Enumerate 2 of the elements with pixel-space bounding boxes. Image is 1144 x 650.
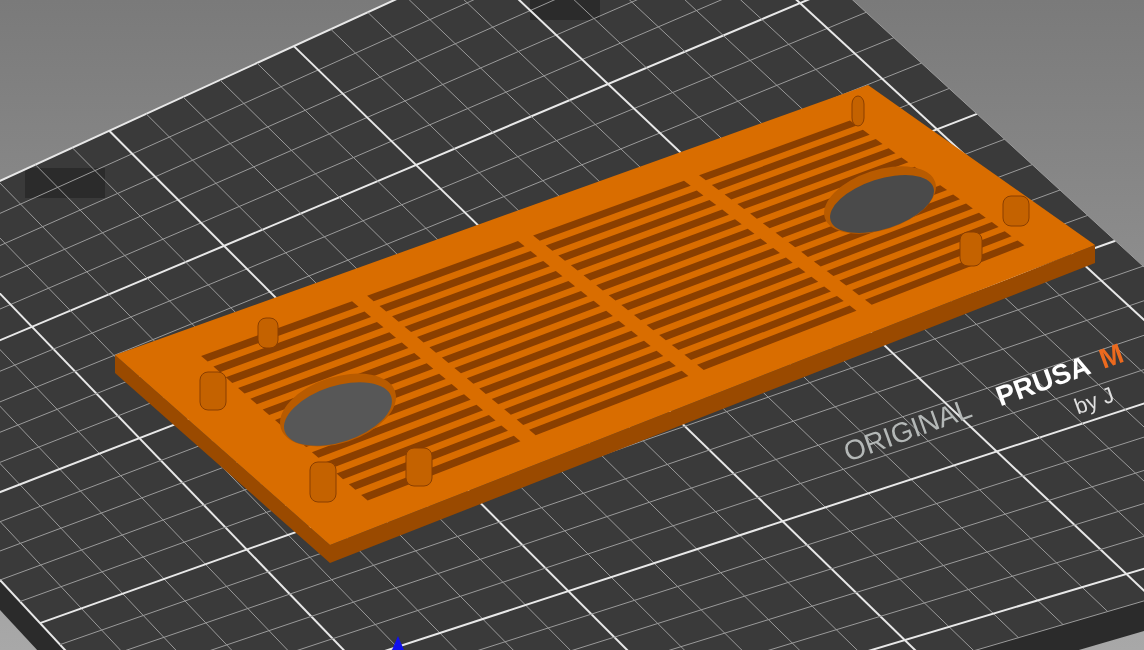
- bed-logo-text: M: [1095, 337, 1128, 375]
- axis-arrow-icon: [392, 636, 404, 650]
